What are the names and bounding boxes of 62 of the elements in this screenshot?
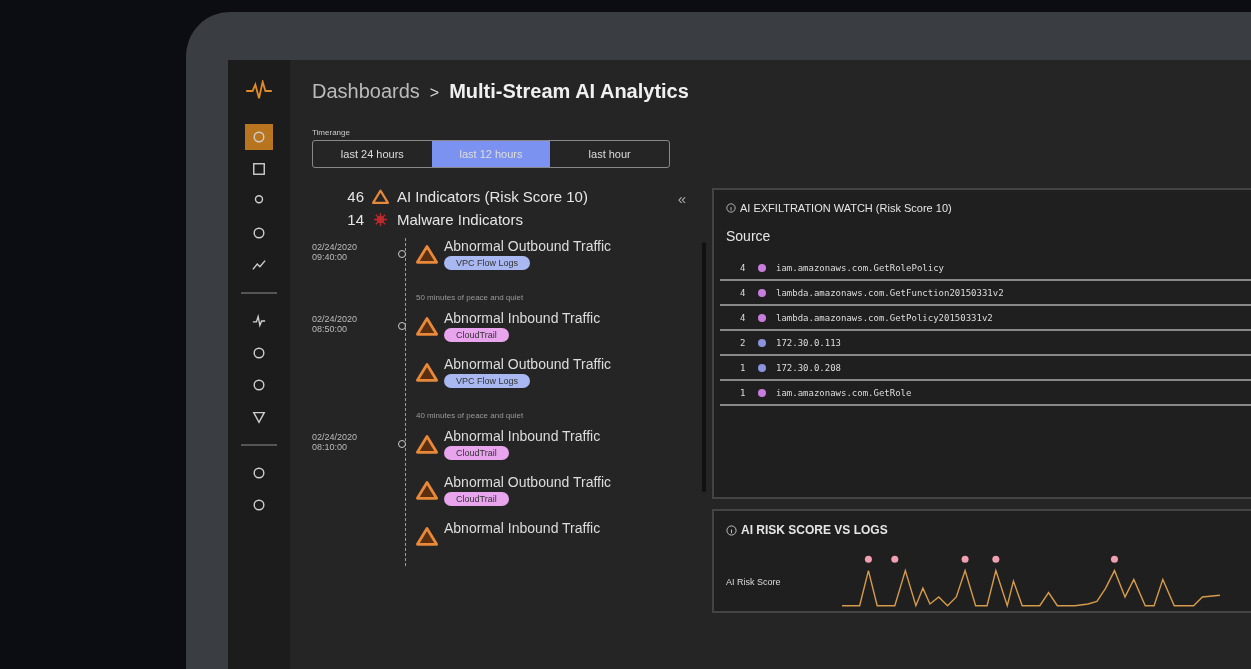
table-cell: iam.amazonaws.com.GetRolePolicy (776, 262, 944, 273)
warning-icon (416, 480, 438, 500)
table-cell: 172.30.0.208 (776, 362, 842, 373)
alert-point (864, 555, 872, 563)
alert-point (961, 555, 969, 563)
indicator-count: 46 (346, 188, 364, 205)
event-timestamp: 02/24/2020 08:50:00 (312, 314, 358, 334)
table-cell-text: 4 (740, 287, 747, 298)
timerange-tab[interactable]: last hour (550, 141, 669, 167)
table-cell: lambda.amazonaws.com.GetFunction20150331v2 (776, 287, 1004, 298)
table-cell-text: 1 (740, 387, 747, 398)
event-title: Abnormal Inbound Traffic (444, 520, 601, 536)
table-cell-text: 4 (740, 312, 747, 323)
breadcrumb-link[interactable]: Dashboards (312, 80, 420, 103)
virus-icon (372, 212, 389, 227)
warning-icon (372, 189, 389, 204)
alert-point (1110, 555, 1118, 563)
waveform-logo-icon (245, 80, 273, 102)
source-tag: VPC Flow Logs (444, 374, 531, 388)
warning-icon (416, 362, 438, 382)
collapse-button[interactable]: « (673, 188, 690, 208)
event-title: Abnormal Inbound Traffic (444, 428, 601, 444)
source-tag: VPC Flow Logs (444, 256, 531, 270)
event-title: Abnormal Outbound Traffic (444, 238, 612, 254)
chart-row-label: AI Risk Score (726, 577, 781, 587)
event-timestamp: 02/24/2020 08:10:00 (312, 432, 358, 452)
indicator-label: Malware Indicators (397, 211, 523, 228)
warning-icon (416, 526, 438, 546)
alert-point (890, 555, 898, 563)
timerange-tab[interactable]: last 24 hours (313, 141, 432, 167)
alert-point (991, 555, 999, 563)
warning-icon (416, 316, 438, 336)
timerange-label: Timerange (312, 128, 351, 137)
panel-title: AI EXFILTRATION WATCH (Risk Score 10) (740, 202, 952, 214)
warning-icon (416, 434, 438, 454)
event-title: Abnormal Outbound Traffic (444, 356, 612, 372)
table-cell: lambda.amazonaws.com.GetPolicy20150331v2 (776, 312, 993, 323)
warning-icon (416, 244, 438, 264)
panel-title: AI RISK SCORE VS LOGS (741, 523, 888, 537)
indicator-count: 14 (346, 211, 364, 228)
event-timestamp: 02/24/2020 09:40:00 (312, 242, 358, 262)
table-cell-text: 2 (740, 337, 747, 348)
event-title: Abnormal Inbound Traffic (444, 310, 601, 326)
source-tag: CloudTrail (444, 492, 509, 506)
source-tag: CloudTrail (444, 328, 509, 342)
breadcrumb-separator: > (429, 84, 440, 102)
gap-note: 40 minutes of peace and quiet (416, 410, 524, 420)
table-cell-text: 4 (740, 262, 747, 273)
timeline-node (398, 440, 406, 448)
timeline-node (398, 250, 406, 258)
table-cell: iam.amazonaws.com.GetRole (776, 387, 912, 398)
timeline-node (398, 322, 406, 330)
table-cell-text: 1 (740, 362, 747, 373)
table-cell: 172.30.0.113 (776, 337, 842, 348)
event-title: Abnormal Outbound Traffic (444, 474, 612, 490)
source-tag: CloudTrail (444, 446, 509, 460)
column-heading: Source (726, 228, 772, 244)
info-icon (726, 203, 736, 213)
gap-note: 50 minutes of peace and quiet (416, 292, 524, 302)
page-title: Multi-Stream AI Analytics (449, 80, 689, 103)
info-icon (726, 524, 737, 536)
indicator-label: AI Indicators (Risk Score 10) (397, 188, 588, 205)
